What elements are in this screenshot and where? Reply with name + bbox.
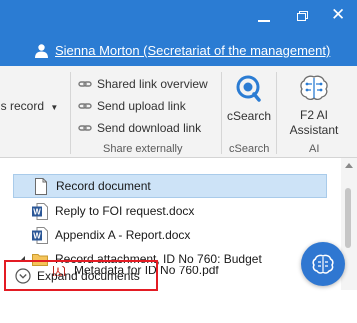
csearch-button[interactable]: cSearch [227,71,272,131]
expand-documents-bar: Expand documents [0,260,357,323]
word-doc-icon: W [32,226,48,244]
restore-button[interactable] [297,11,308,21]
shared-link-overview-button[interactable]: Shared link overview [78,77,208,91]
title-bar: ✕ Sienna Morton (Secretariat of the mana… [0,0,357,66]
expand-documents-button[interactable]: Expand documents [4,260,158,291]
tree-item-label: Reply to FOI request.docx [55,204,195,218]
user-account[interactable]: Sienna Morton (Secretariat of the manage… [34,43,330,58]
ai-group-label: AI [309,143,320,155]
scrollbar-thumb[interactable] [345,188,351,248]
record-menu-label: is record [0,99,45,113]
share-externally-group-label: Share externally [103,143,183,155]
user-name-link[interactable]: Sienna Morton (Secretariat of the manage… [55,43,330,58]
close-button[interactable]: ✕ [331,6,345,23]
tree-item-label: Appendix A - Report.docx [55,228,191,242]
user-icon [35,44,48,58]
f2-ai-label-line1: F2 AI [299,108,328,122]
f2-ai-assistant-button[interactable]: F2 AI Assistant [284,71,344,139]
tree-item-record-document[interactable]: Record document [13,174,327,198]
link-icon [78,103,92,109]
link-icon [78,81,92,87]
csearch-label: cSearch [227,109,272,123]
dropdown-arrow-icon: ▼ [50,103,59,112]
csearch-group-label: cSearch [229,143,270,155]
expand-documents-label: Expand documents [37,268,140,283]
shared-link-overview-label: Shared link overview [97,77,208,91]
ribbon-separator [276,72,277,154]
svg-text:W: W [33,207,41,216]
tree-item-appendix-a[interactable]: W Appendix A - Report.docx [32,223,190,247]
send-upload-link-label: Send upload link [97,99,186,113]
ribbon-separator [70,72,71,154]
tree-item-label: Record document [56,179,151,193]
record-menu-button[interactable]: is record ▼ [0,99,58,113]
word-doc-icon: W [32,202,48,220]
minimize-button[interactable] [258,20,270,22]
ribbon-separator [221,72,222,154]
csearch-icon [236,75,261,102]
link-icon [78,125,92,131]
document-icon [35,177,47,195]
send-download-link-label: Send download link [97,121,202,135]
f2-ai-label-line2: Assistant [289,123,339,137]
tree-item-reply-to-foi[interactable]: W Reply to FOI request.docx [32,199,194,223]
send-download-link-button[interactable]: Send download link [78,121,201,135]
scroll-up-arrow-icon[interactable] [345,163,353,168]
ribbon: is record ▼ Shared link overview Send up… [0,66,357,158]
chevron-down-circle-icon [15,267,31,284]
send-upload-link-button[interactable]: Send upload link [78,99,186,113]
brain-icon [300,75,328,101]
svg-text:W: W [33,231,41,240]
